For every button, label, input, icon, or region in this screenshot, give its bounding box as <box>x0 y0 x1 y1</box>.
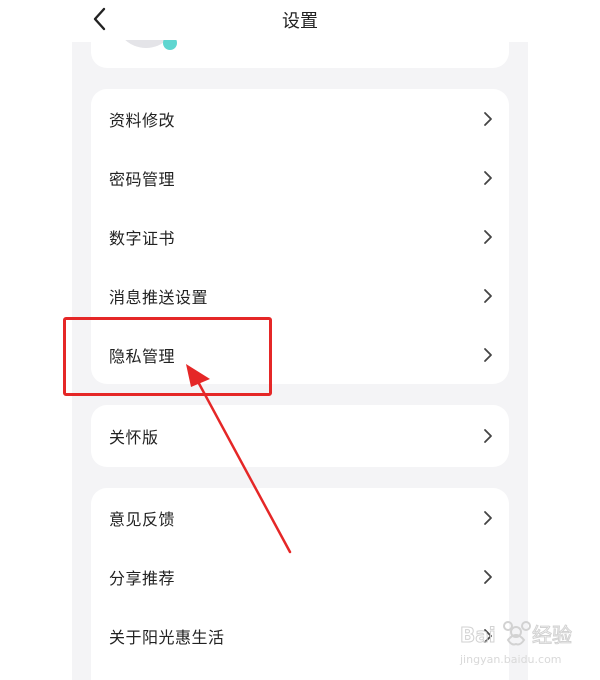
settings-group-account: 资料修改 密码管理 数字证书 消息推送设置 隐私管理 <box>91 89 509 384</box>
chevron-right-icon <box>484 569 492 584</box>
chevron-right-icon <box>484 628 492 643</box>
settings-item-label: 关怀版 <box>109 428 159 447</box>
settings-item-profile-edit[interactable]: 资料修改 <box>91 89 509 148</box>
settings-item-label: 资料修改 <box>109 110 176 130</box>
settings-item-about[interactable]: 关于阳光惠生活 <box>91 606 509 665</box>
navigation-bar: 设置 <box>0 0 600 40</box>
settings-item-privacy[interactable]: 隐私管理 <box>91 325 509 384</box>
settings-item-label: 关于阳光惠生活 <box>109 627 225 647</box>
chevron-right-icon <box>484 170 492 185</box>
chevron-right-icon <box>484 111 492 126</box>
settings-item-label: 密码管理 <box>109 169 176 189</box>
settings-item-label: 分享推荐 <box>109 568 176 588</box>
settings-item-care-mode[interactable]: 关怀版 <box>91 405 509 467</box>
chevron-right-icon <box>484 288 492 303</box>
chevron-right-icon <box>484 510 492 525</box>
watermark-brand-2: 经验 <box>532 623 572 647</box>
watermark-url: jingyan.baidu.com <box>460 653 562 666</box>
settings-item-label: 意见反馈 <box>109 509 176 529</box>
settings-item-label: 隐私管理 <box>109 346 176 366</box>
chevron-right-icon <box>484 229 492 244</box>
settings-item-label: 消息推送设置 <box>109 287 209 307</box>
settings-item-password[interactable]: 密码管理 <box>91 148 509 207</box>
settings-group-care: 关怀版 <box>91 405 509 467</box>
settings-item-label: 数字证书 <box>109 228 176 248</box>
settings-item-share[interactable]: 分享推荐 <box>91 547 509 606</box>
settings-item-certificate[interactable]: 数字证书 <box>91 207 509 266</box>
chevron-right-icon <box>484 347 492 362</box>
settings-item-feedback[interactable]: 意见反馈 <box>91 488 509 547</box>
settings-item-push-notifications[interactable]: 消息推送设置 <box>91 266 509 325</box>
settings-group-about: 意见反馈 分享推荐 关于阳光惠生活 <box>91 488 509 680</box>
page-title: 设置 <box>282 11 318 32</box>
chevron-right-icon <box>484 429 492 443</box>
